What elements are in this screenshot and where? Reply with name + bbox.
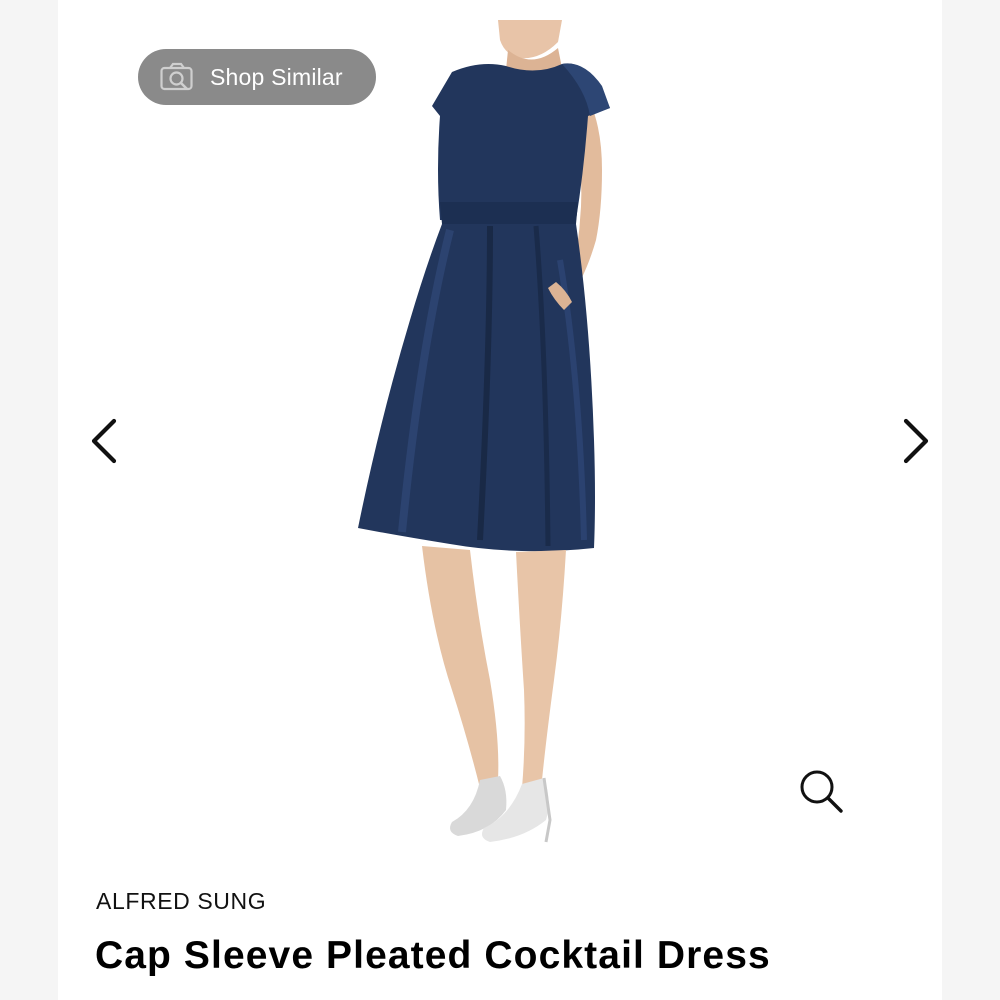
camera-search-icon <box>160 62 193 91</box>
product-brand[interactable]: ALFRED SUNG <box>96 888 266 915</box>
shop-similar-button[interactable]: Shop Similar <box>138 49 376 105</box>
chevron-left-icon[interactable] <box>84 415 124 467</box>
product-image-gallery[interactable]: Shop Similar <box>0 0 1000 870</box>
chevron-right-icon[interactable] <box>896 415 936 467</box>
product-title: Cap Sleeve Pleated Cocktail Dress <box>95 934 771 977</box>
shop-similar-label: Shop Similar <box>210 63 343 90</box>
screen: Shop Similar ALFRED SUNG Cap Sleeve Plea… <box>0 0 1000 1000</box>
magnifier-icon[interactable] <box>795 765 847 817</box>
product-photo <box>358 20 610 843</box>
